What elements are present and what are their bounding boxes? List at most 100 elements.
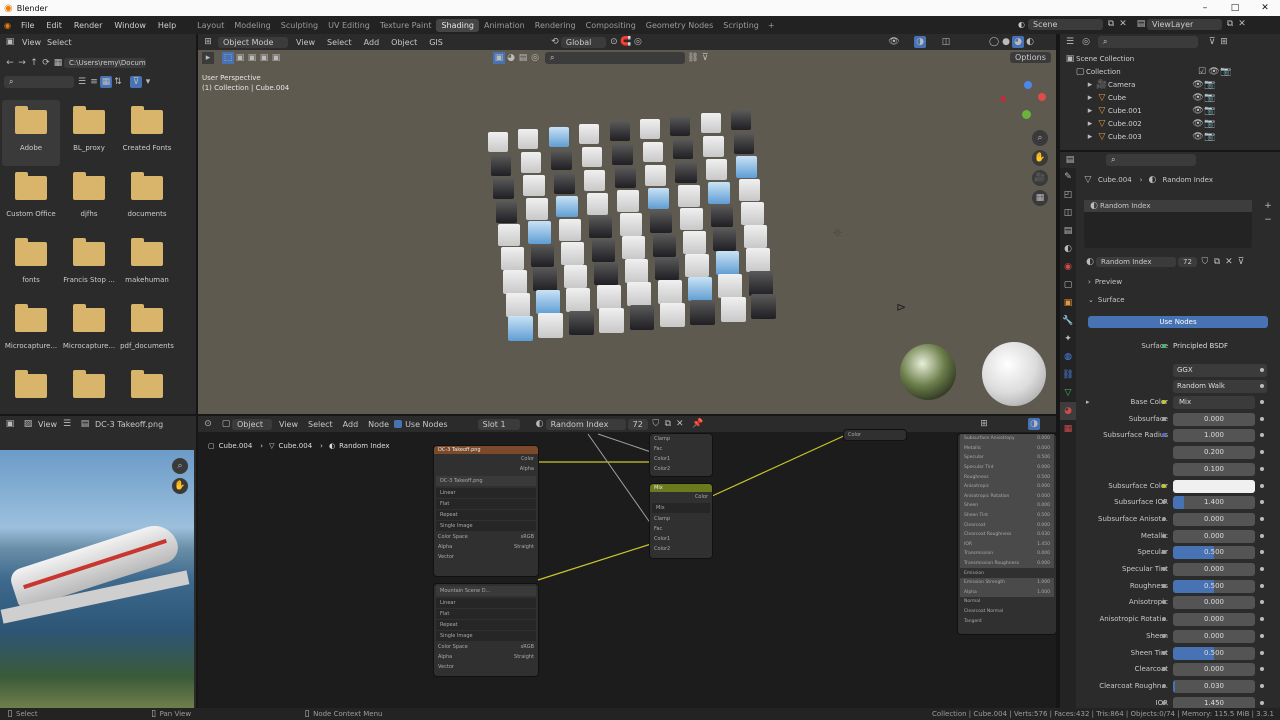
physics-tab-icon[interactable]: ◍	[1060, 348, 1076, 366]
outliner-camera[interactable]: ▸ 🎥 Camera 👁 📷	[1064, 78, 1280, 91]
cube-object[interactable]	[566, 287, 591, 312]
cube-visibility-icon[interactable]: 👁	[1192, 92, 1204, 104]
material-slot-item[interactable]: ◐ Random Index	[1084, 200, 1252, 212]
cube-object[interactable]	[490, 155, 512, 176]
socket-icon[interactable]	[1162, 700, 1166, 705]
keyframe-dot-icon[interactable]	[1260, 583, 1264, 588]
cube-object[interactable]	[736, 156, 758, 178]
navigation-gizmo[interactable]	[998, 79, 1048, 119]
object-tab-icon[interactable]: ▣	[1060, 294, 1076, 312]
property-field[interactable]: 0.000	[1173, 563, 1255, 576]
parent-dir-icon[interactable]: ↑	[28, 57, 40, 69]
cube-object[interactable]	[520, 152, 542, 173]
cube-object[interactable]	[596, 284, 621, 310]
cube-object[interactable]	[525, 198, 548, 221]
surface-panel-header[interactable]: ⌄ Surface	[1088, 296, 1125, 304]
cube-object[interactable]	[518, 129, 539, 150]
add-workspace-icon[interactable]: +	[768, 21, 775, 30]
bsdf-input-row[interactable]: Specular Tint 0.000	[960, 462, 1054, 473]
bsdf-input-row[interactable]: Subsurface Anisotropy 0.000	[960, 434, 1054, 444]
cube-object[interactable]	[614, 167, 636, 189]
bsdf-input-row[interactable]: Roughness 0.500	[960, 472, 1054, 482]
cube-object[interactable]	[677, 184, 700, 207]
cube-object[interactable]	[718, 274, 743, 299]
modifier-tab-icon[interactable]: 🔧	[1060, 312, 1076, 330]
shader-node-editor[interactable]: ⊙ ▢ Object View Select Add Node Use Node…	[198, 416, 1056, 708]
exclude-checkbox-icon[interactable]: ☑	[1196, 66, 1208, 78]
expand-link-icon[interactable]: ▸	[1086, 398, 1090, 406]
cube-object[interactable]	[640, 118, 660, 139]
property-field[interactable]: 0.000	[1173, 412, 1255, 426]
cube-object[interactable]	[738, 179, 761, 202]
outliner-scene-collection[interactable]: ▣ Scene Collection	[1064, 52, 1280, 65]
bsdf-input-row[interactable]: Transmission 0.000	[960, 549, 1054, 559]
property-field[interactable]: 0.100	[1173, 462, 1255, 476]
light-icon[interactable]: ☼	[832, 226, 843, 240]
subsurface-method-keyframe-icon[interactable]	[1260, 384, 1264, 388]
preview-panel-header[interactable]: › Preview	[1088, 278, 1122, 286]
outliner-search-input[interactable]: ⌕	[1098, 36, 1198, 48]
bsdf-input-row[interactable]: Sheen Tint 0.500	[960, 510, 1054, 521]
material-filter-icon[interactable]: ⊽	[1235, 256, 1247, 268]
socket-icon[interactable]	[1162, 683, 1166, 688]
keyframe-dot-icon[interactable]	[1260, 516, 1264, 521]
cube-object[interactable]	[551, 149, 572, 171]
keyframe-dot-icon[interactable]	[1260, 633, 1264, 638]
cube-object[interactable]	[731, 110, 752, 131]
cube-object[interactable]	[687, 276, 713, 301]
tex2-file-field[interactable]: Mountain Scene D...	[436, 586, 536, 596]
mix1-clamp[interactable]: Clamp	[650, 434, 712, 444]
fb-search-input[interactable]: ⌕	[4, 76, 74, 88]
cube-object[interactable]	[624, 259, 649, 283]
expand-icon[interactable]: ▸	[1084, 79, 1096, 91]
filter-dropdown-icon[interactable]: ▾	[142, 76, 154, 88]
keyframe-dot-icon[interactable]	[1260, 483, 1264, 488]
cube-object[interactable]	[629, 305, 655, 330]
socket-icon[interactable]	[1162, 633, 1166, 638]
material-duplicate-icon[interactable]: ⧉	[1211, 256, 1223, 268]
menu-file[interactable]: File	[15, 21, 40, 30]
cube-object[interactable]	[627, 282, 652, 307]
forward-icon[interactable]: →	[16, 57, 28, 69]
scene-tab-icon[interactable]: ◐	[1060, 240, 1076, 258]
path-field[interactable]: C:\Users\remy\Docum...	[64, 58, 146, 68]
cube-object[interactable]	[743, 225, 767, 249]
bsdf-input-row[interactable]: Metallic 0.000	[960, 443, 1054, 454]
bsdf-mini-node[interactable]: Color	[844, 430, 906, 440]
pan-hand-icon[interactable]: ✋	[1032, 150, 1048, 166]
properties-search-input[interactable]: ⌕	[1106, 154, 1196, 166]
cube-object[interactable]	[523, 175, 545, 197]
cube-object[interactable]	[642, 141, 664, 163]
cube-object[interactable]	[619, 213, 642, 236]
folder-item[interactable]: Custom Office	[2, 166, 60, 232]
tex1-interp[interactable]: Linear	[436, 488, 536, 498]
keyframe-dot-icon[interactable]	[1260, 400, 1264, 404]
keyframe-dot-icon[interactable]	[1260, 650, 1264, 655]
gizmo-neg-x-axis[interactable]	[1000, 96, 1006, 102]
outliner-cube-002[interactable]: ▸ ▽ Cube.002 👁 📷	[1064, 117, 1280, 130]
cube-object[interactable]	[660, 302, 685, 328]
collection-render-icon[interactable]: 📷	[1220, 66, 1232, 78]
tex1-projection[interactable]: Flat	[436, 499, 536, 509]
cube-object[interactable]	[586, 192, 609, 215]
zoom-icon[interactable]: ⌕	[1032, 130, 1048, 146]
bsdf-input-row[interactable]: Clearcoat Roughness 0.030	[960, 529, 1054, 540]
cube-object[interactable]	[710, 205, 734, 228]
folder-item[interactable]: makehuman	[118, 232, 176, 298]
image-name-field[interactable]: DC-3 Takeoff.png	[95, 420, 163, 429]
keyframe-dot-icon[interactable]	[1260, 700, 1264, 705]
material-slot-list[interactable]: ◐ Random Index	[1084, 200, 1252, 248]
keyframe-dot-icon[interactable]	[1260, 433, 1264, 438]
cube-object[interactable]	[556, 195, 579, 218]
distribution-select[interactable]: GGX	[1173, 364, 1267, 377]
cube-object[interactable]	[645, 164, 667, 186]
tab-animation[interactable]: Animation	[479, 19, 530, 32]
cube003-render-icon[interactable]: 📷	[1204, 131, 1216, 143]
keyframe-dot-icon[interactable]	[1260, 500, 1264, 505]
image-mode-icon[interactable]: ▨	[22, 418, 34, 430]
socket-icon[interactable]	[1162, 416, 1166, 421]
ortho-grid-icon[interactable]: ▦	[1032, 190, 1048, 206]
outliner-cube[interactable]: ▸ ▽ Cube 👁 📷	[1064, 91, 1280, 104]
folder-item[interactable]: Microcapture...	[2, 298, 60, 364]
collection-tab-icon[interactable]: ▢	[1060, 276, 1076, 294]
